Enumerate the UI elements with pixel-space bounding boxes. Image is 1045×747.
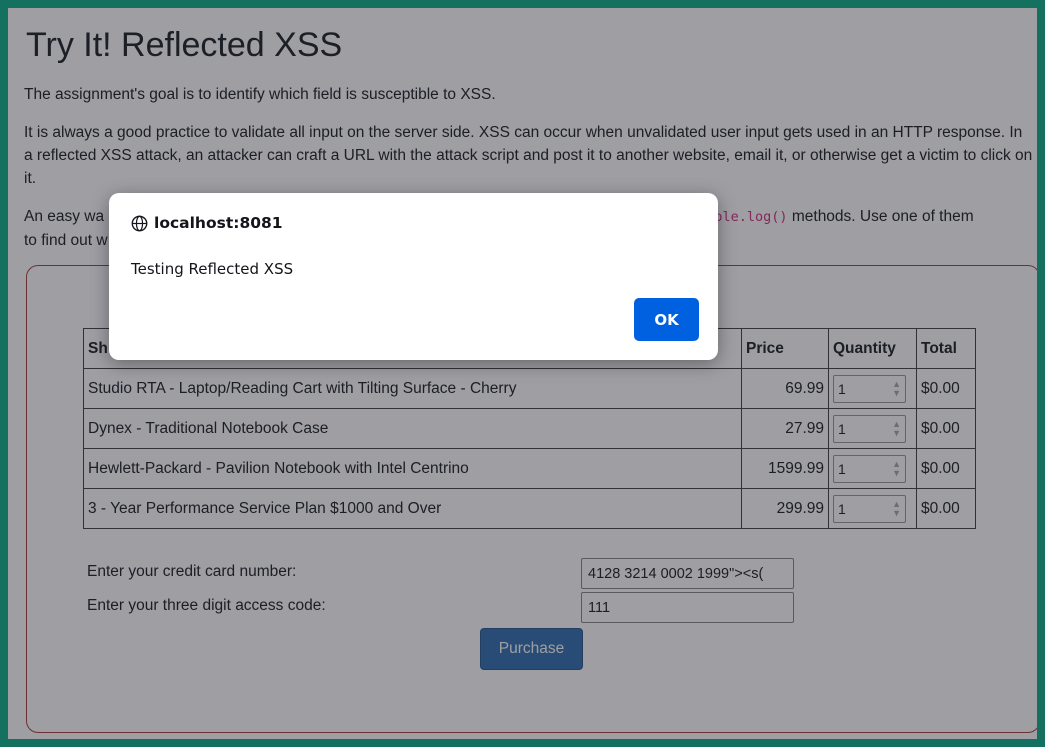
dialog-origin-text: localhost:8081	[154, 214, 283, 232]
ok-button[interactable]: OK	[634, 298, 699, 341]
globe-icon	[131, 215, 148, 231]
alert-dialog: localhost:8081 Testing Reflected XSS OK	[109, 193, 718, 360]
dialog-message: Testing Reflected XSS	[131, 260, 294, 278]
modal-backdrop	[0, 0, 1045, 747]
dialog-origin: localhost:8081	[131, 214, 283, 232]
